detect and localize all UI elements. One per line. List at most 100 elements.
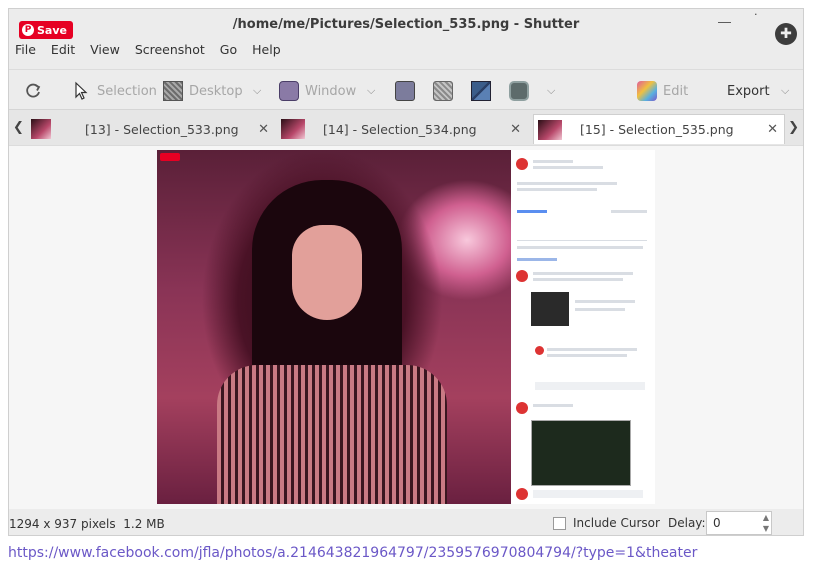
status-bar: 1294 x 937 pixels 1.2 MB Include Cursor … (9, 510, 803, 537)
tab-close-icon[interactable]: ✕ (258, 122, 269, 137)
desktop-label: Desktop (189, 83, 243, 99)
fb-comment-box (533, 490, 643, 498)
fb-attached-image (531, 420, 631, 486)
fb-text-line (517, 182, 617, 185)
page-url[interactable]: https://www.facebook.com/jfla/photos/a.2… (8, 545, 697, 561)
desktop-icon (163, 81, 183, 101)
fb-avatar (516, 270, 528, 282)
refresh-icon (26, 83, 41, 98)
tab-thumbnail (31, 119, 51, 139)
fb-text-line (533, 160, 573, 163)
fb-text-line (547, 354, 627, 357)
tab-scroll-right-icon[interactable]: ❯ (788, 120, 799, 135)
window-chevron-down-icon[interactable]: ⌵ (367, 84, 375, 98)
fb-avatar (516, 158, 528, 170)
fb-reply-box (535, 382, 645, 390)
title-bar: P Save /home/me/Pictures/Selection_535.p… (9, 9, 803, 45)
cursor-arrow-icon (75, 81, 88, 100)
delay-label: Delay: (668, 516, 706, 530)
fb-divider (517, 240, 647, 241)
window-icon (279, 81, 299, 101)
photo-image (157, 150, 511, 504)
tooltip-capture-icon (433, 81, 453, 101)
edit-label: Edit (663, 83, 689, 99)
selection-button[interactable]: Selection (71, 78, 157, 104)
fb-text-line (517, 258, 557, 261)
shutter-window: P Save /home/me/Pictures/Selection_535.p… (8, 8, 804, 536)
export-label: Export (727, 83, 770, 99)
fb-text-line (611, 210, 647, 213)
close-icon[interactable]: ✚ (775, 23, 797, 45)
fb-text-line (575, 300, 635, 303)
screenshot-preview[interactable] (157, 150, 655, 504)
tooltip-capture-button[interactable] (433, 78, 453, 104)
globe-icon (509, 81, 529, 101)
edit-palette-icon (637, 81, 657, 101)
image-info: 1294 x 937 pixels 1.2 MB (9, 517, 165, 531)
include-cursor-checkbox[interactable] (553, 517, 566, 530)
stacked-windows-icon (471, 81, 491, 101)
window-button[interactable]: Window (279, 78, 356, 104)
menu-capture-button[interactable] (395, 78, 415, 104)
fb-text-line (533, 166, 603, 169)
window-title: /home/me/Pictures/Selection_535.png - Sh… (232, 17, 580, 32)
export-button[interactable]: Export (727, 78, 770, 104)
menu-edit[interactable]: Edit (51, 42, 82, 57)
desktop-chevron-down-icon[interactable]: ⌵ (253, 84, 261, 98)
tab-label: [13] - Selection_533.png (85, 121, 239, 137)
fb-text-line (533, 404, 573, 407)
screenshot-viewer (9, 145, 803, 509)
tab-thumbnail (281, 119, 305, 139)
photo-region-sweater (217, 365, 447, 504)
web-capture-button[interactable] (471, 78, 491, 104)
web-chevron-down-icon[interactable]: ⌵ (547, 84, 555, 98)
edit-button[interactable]: Edit (637, 78, 688, 104)
window-label: Window (305, 83, 357, 99)
tab-close-icon[interactable]: ✕ (767, 122, 778, 137)
selection-label: Selection (97, 83, 157, 99)
delay-spinner[interactable]: 0 ▲ ▼ (706, 511, 772, 535)
menu-file[interactable]: File (15, 42, 43, 57)
delay-value: 0 (713, 516, 721, 530)
desktop-button[interactable]: Desktop (163, 78, 243, 104)
photo-region-face (292, 225, 362, 320)
fb-text-line (547, 348, 637, 351)
menu-help[interactable]: Help (252, 42, 288, 57)
web-button[interactable] (509, 78, 529, 104)
fb-text-line (575, 308, 625, 311)
minimize-icon[interactable]: ― (718, 15, 731, 30)
toolbar: Selection Desktop ⌵ Window ⌵ ⌵ Edit Expo… (9, 69, 803, 109)
mini-save-badge (160, 153, 180, 161)
menu-screenshot[interactable]: Screenshot (135, 42, 212, 57)
menu-bar: File Edit View Screenshot Go Help (15, 42, 296, 57)
tab-selection-533[interactable]: [13] - Selection_533.png ✕ (31, 114, 271, 144)
tab-scroll-left-icon[interactable]: ❮ (13, 120, 24, 135)
maximize-icon[interactable]: ˙ (753, 13, 760, 28)
fb-avatar (516, 488, 528, 500)
spin-down-icon[interactable]: ▼ (763, 524, 769, 533)
fb-avatar (535, 346, 544, 355)
facebook-comments-panel (511, 150, 655, 504)
spin-up-icon[interactable]: ▲ (763, 513, 769, 522)
fb-text-line (533, 278, 623, 281)
fb-reactions (517, 210, 547, 213)
fb-actions (517, 246, 643, 249)
tab-label: [14] - Selection_534.png (323, 121, 477, 137)
include-cursor-label: Include Cursor (573, 516, 660, 530)
tab-selection-535[interactable]: [15] - Selection_535.png ✕ (533, 114, 785, 144)
image-size: 1.2 MB (123, 517, 165, 531)
tab-label: [15] - Selection_535.png (580, 122, 734, 137)
export-chevron-down-icon[interactable]: ⌵ (781, 84, 789, 98)
menu-capture-icon (395, 81, 415, 101)
tab-selection-534[interactable]: [14] - Selection_534.png ✕ (281, 114, 525, 144)
fb-text-line (517, 188, 597, 191)
image-dimensions: 1294 x 937 pixels (9, 517, 116, 531)
menu-view[interactable]: View (90, 42, 127, 57)
tab-close-icon[interactable]: ✕ (510, 122, 521, 137)
tab-bar: ❮ [13] - Selection_533.png ✕ [14] - Sele… (9, 109, 803, 145)
refresh-button[interactable] (23, 78, 43, 104)
fb-link-thumbnail (531, 292, 569, 326)
menu-go[interactable]: Go (220, 42, 244, 57)
fb-text-line (533, 272, 633, 275)
fb-avatar (516, 402, 528, 414)
